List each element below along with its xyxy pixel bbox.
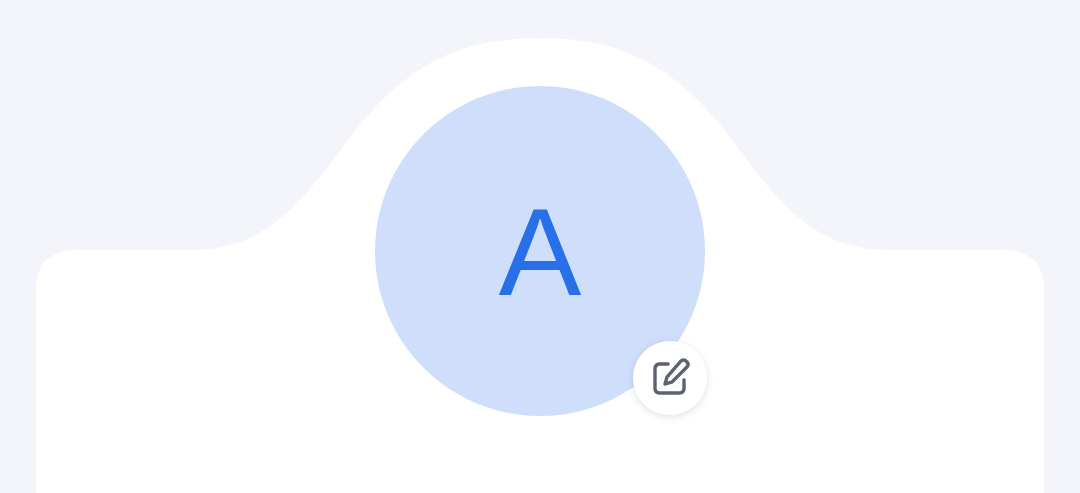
profile-header: A xyxy=(0,0,1080,493)
edit-avatar-button[interactable] xyxy=(633,341,707,415)
avatar-initial: A xyxy=(498,184,582,322)
edit-icon xyxy=(653,358,690,395)
